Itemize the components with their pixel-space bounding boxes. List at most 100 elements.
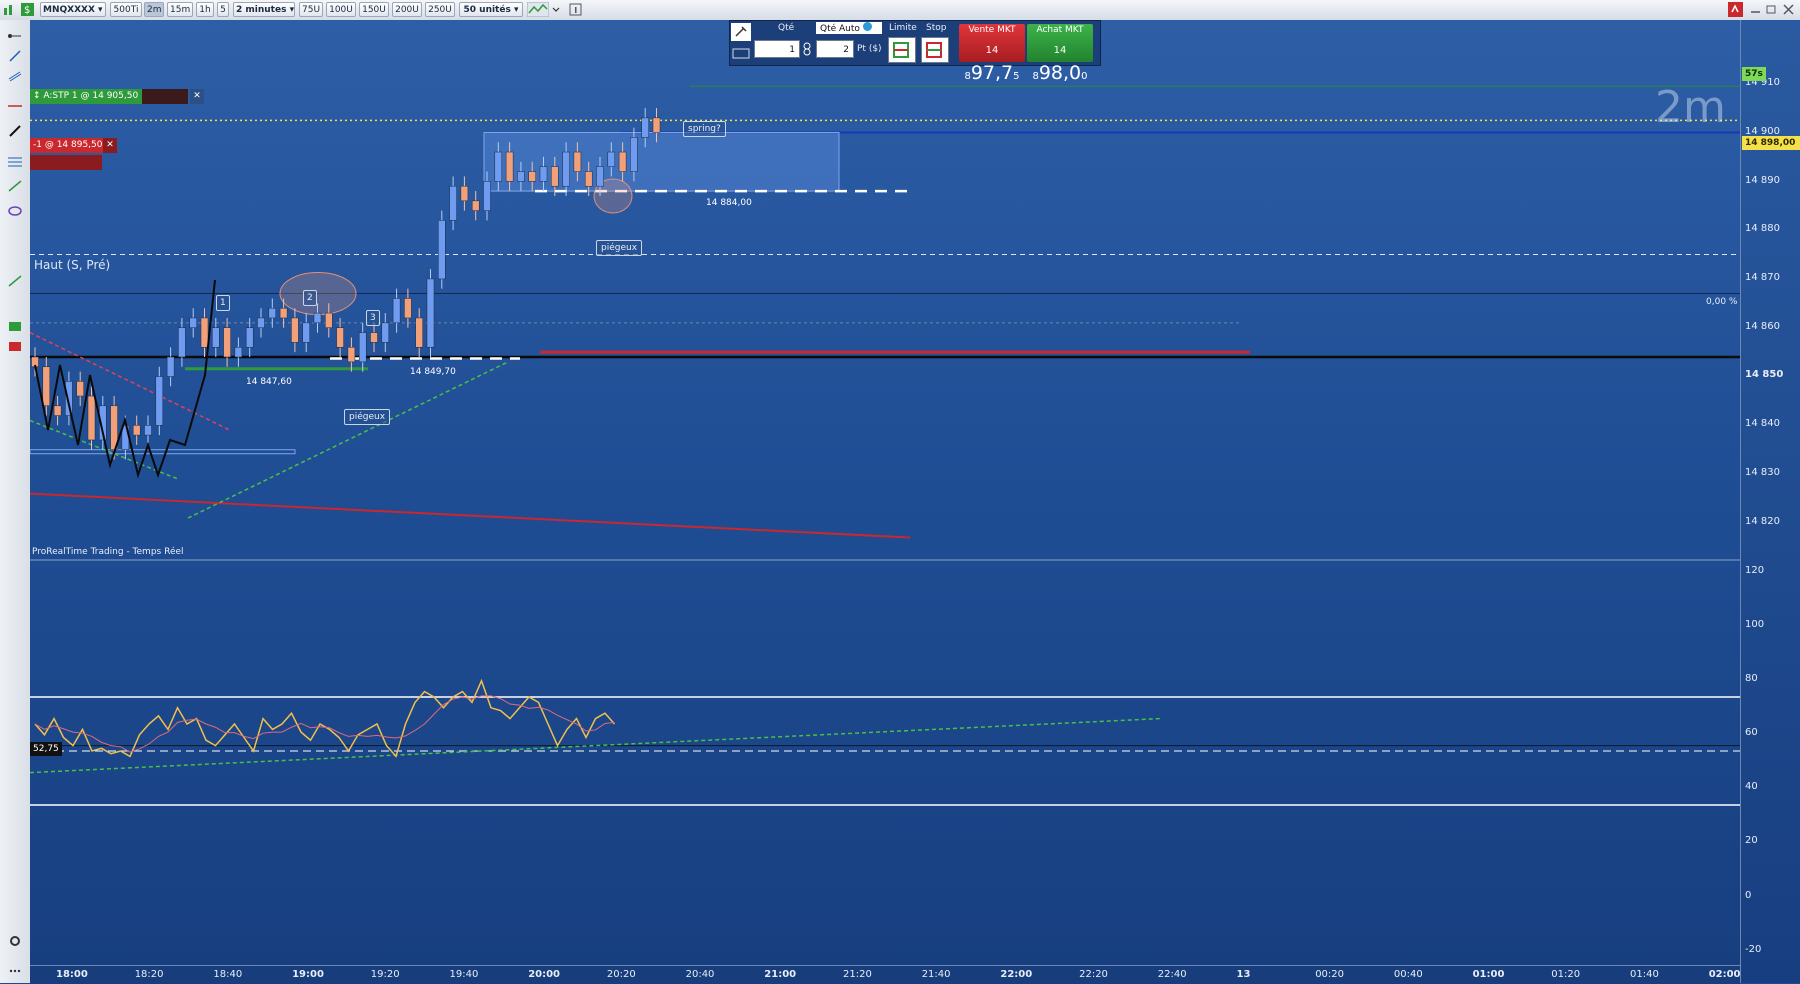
more-icon[interactable] (8, 965, 22, 977)
price-tick: 14 830 (1745, 467, 1780, 478)
tf-5-button[interactable]: 5 (217, 2, 229, 17)
qty-input[interactable]: 1 (754, 40, 800, 58)
candle-body (268, 307, 277, 319)
buy-label: Achat MKT (1036, 25, 1084, 35)
restore-icon[interactable] (1764, 2, 1779, 17)
sync-icon[interactable] (1728, 2, 1743, 17)
tf-500ti-button[interactable]: 500Ti (110, 2, 142, 17)
limit-order-tag[interactable]: -1 @ 14 895,50 (30, 138, 108, 153)
tf-15m-button[interactable]: 15m (167, 2, 193, 17)
time-tick: 19:40 (449, 969, 479, 980)
candle-body (178, 327, 186, 358)
time-tick: 01:40 (1630, 969, 1659, 980)
time-tick: 21:40 (921, 969, 951, 980)
unit-250-button[interactable]: 250U (425, 2, 455, 17)
stop-order-tag[interactable]: ↕ A:STP 1 @ 14 905,50 (30, 89, 148, 104)
period-dropdown[interactable]: 2 minutes ▾ (233, 2, 295, 17)
fibonacci-icon[interactable] (8, 155, 22, 167)
tf-1h-button[interactable]: 1h (196, 2, 214, 17)
cursor-icon[interactable] (8, 30, 22, 42)
candle-body (144, 425, 152, 436)
tf-2m-button[interactable]: 2m (144, 2, 164, 17)
red-trend-line (30, 492, 911, 539)
buy-market-button[interactable]: Achat MKT 14 898,00 (1027, 24, 1093, 84)
annotation-piegeux-bottom[interactable]: piégeux (344, 409, 391, 425)
price-tick: 14 860 (1745, 321, 1780, 332)
level-14884-label: 14 884,00 (706, 198, 752, 208)
annotation-piegeux-top[interactable]: piégeux (596, 240, 643, 256)
time-tick: 13 (1236, 969, 1251, 980)
price-chart[interactable] (30, 20, 1740, 965)
stop-order-button[interactable] (921, 37, 949, 63)
fib-level-label: 0,00 % (1706, 297, 1738, 307)
line-tool-icon[interactable] (8, 50, 22, 62)
trend-tool-icon[interactable] (8, 180, 22, 192)
rectangle-green-icon[interactable] (8, 320, 22, 332)
candle-body (223, 327, 231, 358)
candle-body (404, 298, 412, 319)
annotation-spring[interactable]: spring? (683, 121, 726, 137)
sell-market-button[interactable]: Vente MKT 14 897,75 (959, 24, 1025, 84)
time-axis[interactable]: 18:00 18:20 18:40 19:00 19:20 19:40 20:00 20:20… (30, 965, 1741, 984)
sell-price-suffix: 5 (1013, 71, 1020, 82)
indicator-icon[interactable] (526, 1, 550, 18)
candle-body (347, 346, 356, 363)
annotation-label-3[interactable]: 3 (366, 310, 380, 326)
price-tick: 14 820 (1745, 516, 1780, 527)
limit-order-button[interactable] (888, 37, 916, 63)
limit-order-extra (30, 155, 102, 170)
info-icon[interactable] (568, 2, 583, 17)
instrument-name: MNQXXXX (43, 5, 95, 15)
candle-body (630, 137, 638, 172)
price-axis[interactable]: 14 910 14 900 14 890 14 880 14 870 14 86… (1740, 20, 1800, 983)
time-tick: 02:00 (1708, 969, 1741, 980)
stop-order-close-icon[interactable]: ✕ (190, 89, 204, 104)
horizontal-line-icon[interactable] (8, 100, 22, 112)
limit-order-close-icon[interactable]: ✕ (103, 138, 117, 153)
units-dropdown[interactable]: 50 unités ▾ (459, 2, 523, 17)
time-tick: 21:20 (843, 969, 872, 980)
candle-body (200, 317, 209, 348)
unit-100-button[interactable]: 100U (326, 2, 356, 17)
candle-body (415, 317, 423, 348)
candle-body (505, 151, 514, 182)
arrow-tool-icon[interactable] (8, 275, 22, 287)
time-tick: 22:00 (1000, 969, 1033, 980)
annotation-label-1[interactable]: 1 (216, 295, 230, 311)
minimize-icon[interactable] (1748, 2, 1763, 17)
rectangle-red-icon[interactable] (8, 340, 22, 352)
order-settings-icon[interactable] (731, 23, 751, 41)
candle-body (166, 356, 175, 377)
chart-type-icon[interactable] (2, 2, 17, 17)
indicator-tick: 120 (1745, 565, 1765, 576)
green-dashed-trend (187, 361, 509, 519)
dollar-icon[interactable]: $ (20, 2, 35, 17)
session-high-label: Haut (S, Pré) (34, 258, 111, 272)
unit-75-button[interactable]: 75U (299, 2, 323, 17)
qty-auto-icon (862, 22, 872, 31)
unit-200-button[interactable]: 200U (392, 2, 422, 17)
chevron-down-icon[interactable] (551, 2, 561, 17)
points-input[interactable]: 2 (816, 40, 854, 58)
stop-order-text: A:STP 1 @ 14 905,50 (43, 91, 139, 101)
channel-tool-icon[interactable] (8, 70, 22, 82)
annotation-label-2[interactable]: 2 (303, 290, 317, 306)
ellipse-tool-icon[interactable] (8, 205, 22, 217)
candle-body (302, 322, 310, 343)
units-value: 50 unités (463, 5, 511, 15)
candle-body (551, 166, 559, 187)
keyboard-icon[interactable] (731, 45, 751, 61)
current-price-tag: 14 898,00 (1742, 136, 1800, 150)
unit-150-button[interactable]: 150U (359, 2, 389, 17)
settings-icon[interactable] (8, 935, 22, 947)
link-icon[interactable] (802, 42, 812, 56)
time-tick: 18:20 (134, 969, 164, 980)
price-tick: 14 850 (1745, 369, 1784, 380)
pencil-icon[interactable] (8, 125, 22, 137)
close-icon[interactable] (1781, 2, 1796, 17)
instrument-selector[interactable]: MNQXXXX ▾ (40, 2, 106, 17)
candle-body (607, 151, 616, 167)
indicator-tick: 100 (1745, 619, 1765, 630)
candle-body (460, 185, 469, 202)
qty-auto-toggle[interactable]: Qté Auto (816, 22, 882, 34)
